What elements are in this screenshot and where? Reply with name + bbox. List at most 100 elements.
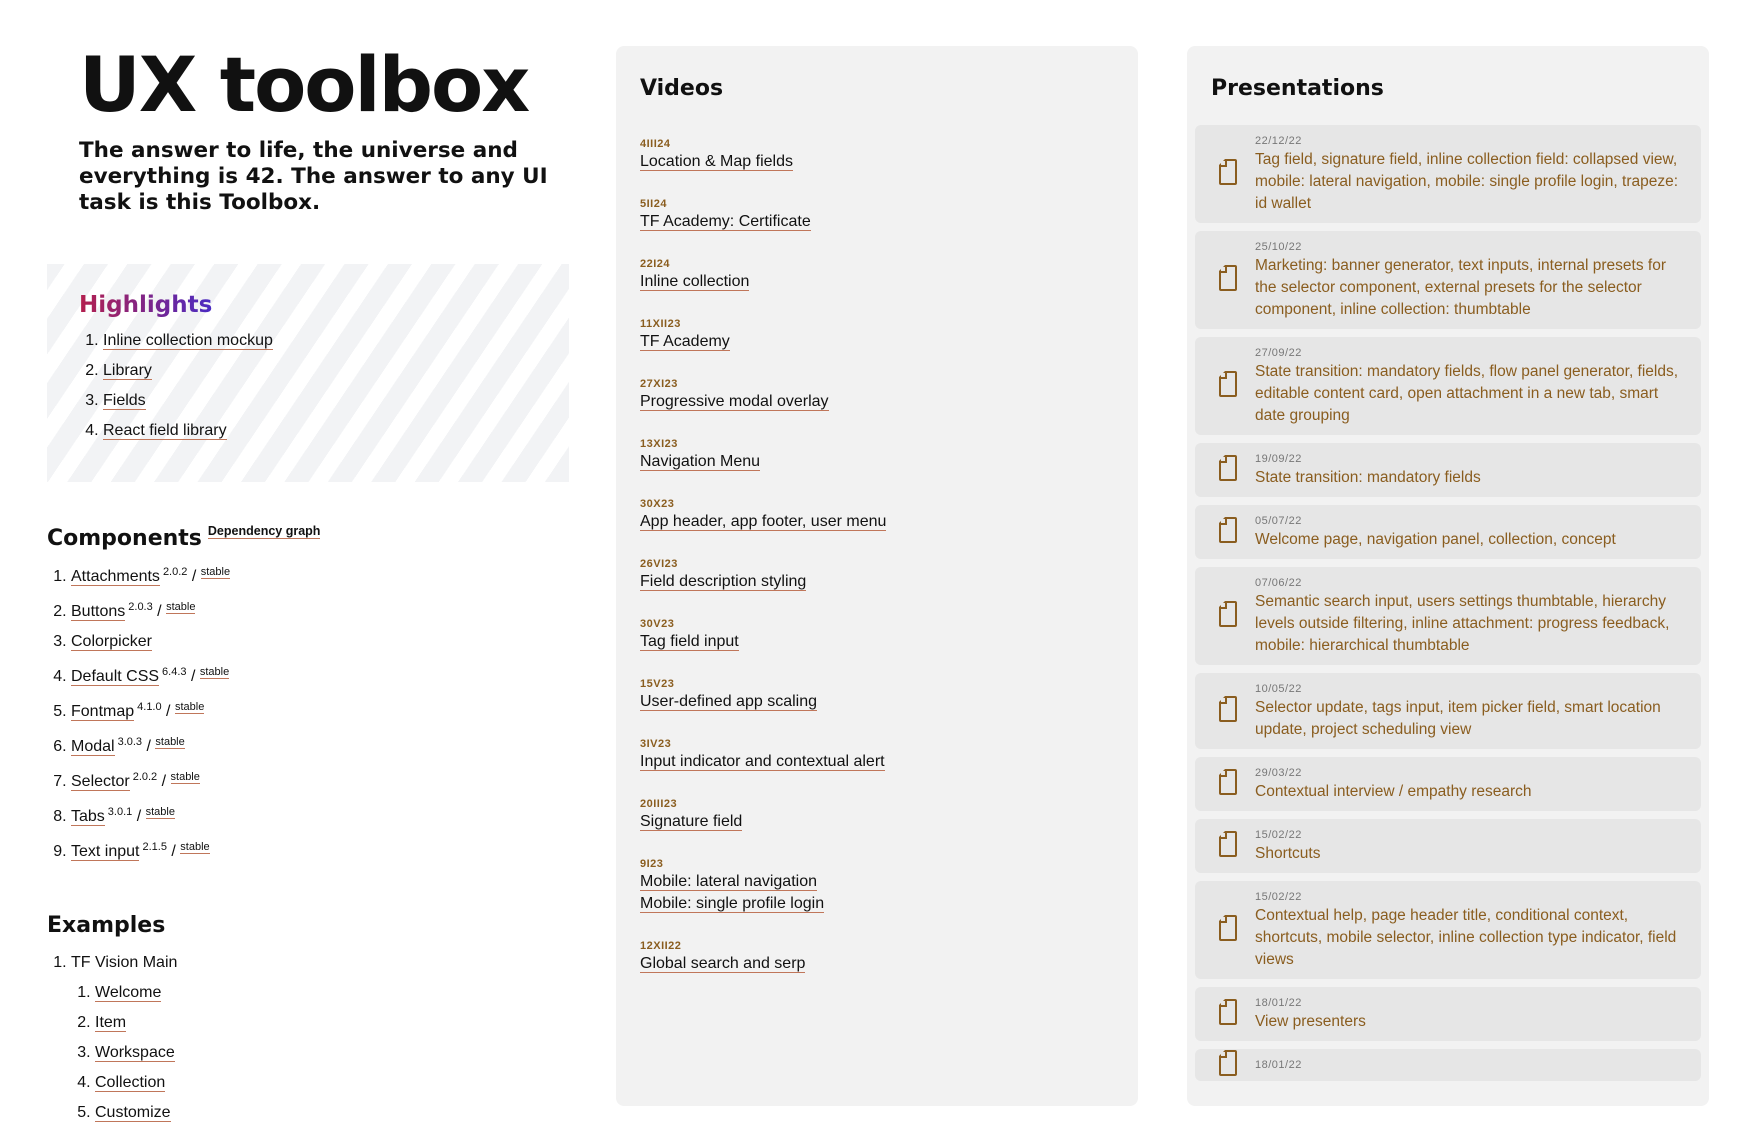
presentation-card[interactable]: 15/02/22 Shortcuts	[1195, 819, 1701, 873]
component-version: 2.0.2	[132, 771, 158, 783]
component-link[interactable]: Attachments	[71, 568, 160, 586]
video-link[interactable]: Signature field	[640, 813, 743, 831]
presentations-list: 22/12/22 Tag field, signature field, inli…	[1195, 125, 1701, 1081]
status-link[interactable]: stable	[166, 601, 196, 614]
status-link[interactable]: stable	[180, 841, 210, 854]
presentation-date: 15/02/22	[1255, 891, 1302, 903]
video-title-row: User-defined app scaling	[640, 691, 1138, 713]
video-link[interactable]: User-defined app scaling	[640, 693, 817, 711]
video-title-row: Global search and serp	[640, 953, 1138, 975]
example-link[interactable]: Item	[95, 1014, 127, 1032]
status-link[interactable]: stable	[200, 566, 231, 579]
video-link[interactable]: TF Academy	[640, 333, 730, 351]
highlight-link[interactable]: React field library	[103, 422, 227, 440]
example-link[interactable]: Collection	[95, 1074, 166, 1092]
presentation-title: Welcome page, navigation panel, collecti…	[1255, 531, 1616, 548]
video-title-row: Progressive modal overlay	[640, 391, 1138, 413]
presentation-card[interactable]: 07/06/22 Semantic search input, users set…	[1195, 567, 1701, 665]
document-icon	[1219, 915, 1237, 941]
status-link[interactable]: stable	[199, 666, 230, 679]
component-item: Colorpicker	[71, 627, 567, 657]
example-link[interactable]: Customize	[95, 1104, 171, 1122]
video-date: 27XI23	[640, 378, 678, 390]
component-link[interactable]: Tabs	[71, 808, 105, 826]
presentation-card[interactable]: 18/01/22	[1195, 1049, 1701, 1081]
presentation-title: Contextual interview / empathy research	[1255, 783, 1532, 800]
video-link[interactable]: Navigation Menu	[640, 453, 761, 471]
component-link[interactable]: Fontmap	[71, 703, 135, 721]
presentation-card[interactable]: 22/12/22 Tag field, signature field, inli…	[1195, 125, 1701, 223]
video-item: 26VI23 Field description styling	[640, 557, 1138, 593]
component-link[interactable]: Modal	[71, 738, 115, 756]
video-title-row: Field description styling	[640, 571, 1138, 593]
video-link[interactable]: Mobile: single profile login	[640, 895, 825, 913]
example-link[interactable]: Workspace	[95, 1044, 175, 1062]
presentation-card[interactable]: 19/09/22 State transition: mandatory fiel…	[1195, 443, 1701, 497]
component-link[interactable]: Selector	[71, 773, 130, 791]
dependency-graph-link[interactable]: Dependency graph	[207, 524, 321, 539]
components-title: Components	[47, 526, 202, 551]
component-version: 3.0.3	[117, 736, 143, 748]
highlight-link[interactable]: Library	[103, 362, 152, 380]
presentations-title: Presentations	[1211, 76, 1384, 101]
document-icon	[1219, 999, 1237, 1025]
status-link[interactable]: stable	[155, 736, 185, 749]
component-item: Modal3.0.3 / stable	[71, 727, 567, 762]
presentation-date: 27/09/22	[1255, 347, 1302, 359]
presentation-date: 15/02/22	[1255, 829, 1302, 841]
video-link[interactable]: Inline collection	[640, 273, 750, 291]
component-item: Buttons2.0.3 / stable	[71, 592, 567, 627]
presentation-card[interactable]: 15/02/22 Contextual help, page header tit…	[1195, 881, 1701, 979]
presentation-card[interactable]: 05/07/22 Welcome page, navigation panel, …	[1195, 505, 1701, 559]
status-link[interactable]: stable	[145, 806, 175, 819]
presentation-title: State transition: mandatory fields	[1255, 469, 1481, 486]
component-link[interactable]: Text input	[71, 843, 140, 861]
presentation-title: Shortcuts	[1255, 845, 1321, 862]
list-item: Item	[95, 1008, 567, 1038]
presentation-card[interactable]: 29/03/22 Contextual interview / empathy r…	[1195, 757, 1701, 811]
video-link[interactable]: Global search and serp	[640, 955, 806, 973]
components-header: Components Dependency graph	[47, 524, 567, 551]
highlight-link[interactable]: Fields	[103, 392, 146, 410]
video-link[interactable]: Location & Map fields	[640, 153, 793, 171]
video-link[interactable]: Input indicator and contextual alert	[640, 753, 885, 771]
examples-title: Examples	[47, 913, 166, 938]
status-link[interactable]: stable	[170, 771, 200, 784]
status-link[interactable]: stable	[174, 701, 205, 714]
page-subtitle: The answer to life, the universe and eve…	[79, 138, 548, 215]
examples-list: TF Vision Main Welcome Item Workspace Co…	[47, 948, 567, 1128]
document-icon	[1219, 769, 1237, 795]
video-link[interactable]: Mobile: lateral navigation	[640, 873, 817, 891]
video-date: 5II24	[640, 198, 667, 210]
highlights-panel: Highlights Inline collection mockup Libr…	[47, 264, 569, 482]
presentation-title: Semantic search input, users settings th…	[1255, 593, 1670, 654]
component-item: Fontmap4.1.0 / stable	[71, 692, 567, 727]
presentation-card[interactable]: 10/05/22 Selector update, tags input, ite…	[1195, 673, 1701, 749]
presentation-date: 07/06/22	[1255, 577, 1302, 589]
document-icon	[1219, 517, 1237, 543]
video-link[interactable]: Tag field input	[640, 633, 739, 651]
component-version: 2.0.2	[162, 566, 188, 578]
component-link[interactable]: Colorpicker	[71, 633, 152, 651]
component-link[interactable]: Buttons	[71, 603, 126, 621]
highlight-link[interactable]: Inline collection mockup	[103, 332, 273, 350]
video-link[interactable]: Progressive modal overlay	[640, 393, 829, 411]
video-link[interactable]: App header, app footer, user menu	[640, 513, 887, 531]
video-date: 4III24	[640, 138, 671, 150]
component-link[interactable]: Default CSS	[71, 668, 160, 686]
video-item: 4III24 Location & Map fields	[640, 137, 1138, 173]
video-link[interactable]: TF Academy: Certificate	[640, 213, 811, 231]
presentation-card[interactable]: 25/10/22 Marketing: banner generator, tex…	[1195, 231, 1701, 329]
video-title-row: Input indicator and contextual alert	[640, 751, 1138, 773]
video-item: 30V23 Tag field input	[640, 617, 1138, 653]
list-item: React field library	[103, 416, 569, 446]
example-link[interactable]: Welcome	[95, 984, 162, 1002]
highlights-title: Highlights	[79, 292, 213, 318]
video-item: 5II24 TF Academy: Certificate	[640, 197, 1138, 233]
video-title-row: App header, app footer, user menu	[640, 511, 1138, 533]
example-sublist: Welcome Item Workspace Collection Custom…	[71, 978, 567, 1128]
video-link[interactable]: Field description styling	[640, 573, 807, 591]
presentation-card[interactable]: 27/09/22 State transition: mandatory fiel…	[1195, 337, 1701, 435]
presentation-card[interactable]: 18/01/22 View presenters	[1195, 987, 1701, 1041]
presentation-title: State transition: mandatory fields, flow…	[1255, 363, 1679, 424]
